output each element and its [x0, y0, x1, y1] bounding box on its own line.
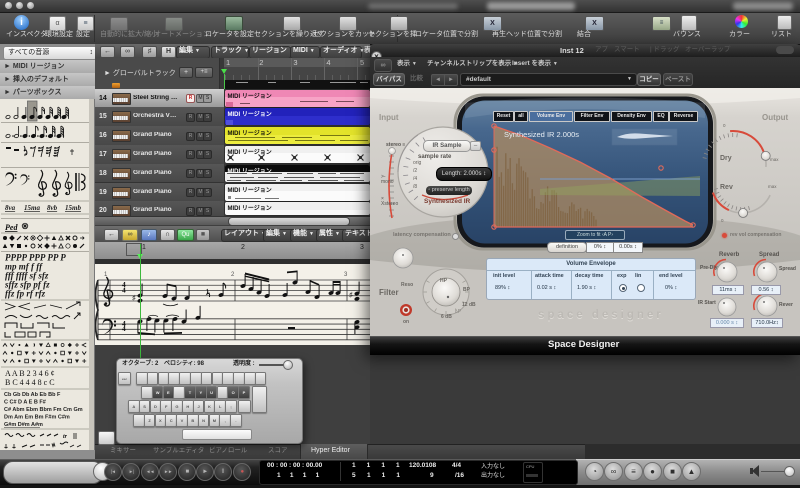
svg-text:4: 4: [122, 286, 126, 295]
svg-text:♯: ♯: [349, 291, 353, 299]
svg-text:8va: 8va: [5, 204, 16, 212]
svg-text:A A B 2 3 4 6 ¢: A A B 2 3 4 6 ¢: [5, 369, 55, 378]
svg-text:C# Abm Ebm Bbm Fm Cm Gm: C# Abm Ebm Bbm Fm Cm Gm: [4, 407, 83, 413]
svg-text:C C# D A E B F#: C C# D A E B F#: [4, 400, 46, 406]
svg-text:ffz fp rf rfz: ffz fp rf rfz: [5, 289, 46, 299]
svg-text:tr: tr: [63, 434, 68, 440]
svg-text:Cb Gb Db Ab Eb Bb F: Cb Gb Db Ab Eb Bb F: [4, 392, 61, 398]
svg-text:G#m D#m A#m: G#m D#m A#m: [4, 422, 43, 428]
svg-text:Dm Am Em Bm F#m C#m: Dm Am Em Bm F#m C#m: [4, 415, 70, 421]
svg-text:Ped: Ped: [5, 223, 18, 232]
svg-text:8vb: 8vb: [47, 204, 58, 212]
svg-text:15mb: 15mb: [65, 204, 81, 212]
svg-text:4: 4: [122, 324, 126, 333]
svg-text:15ma: 15ma: [24, 204, 40, 212]
svg-text:♯: ♯: [132, 294, 136, 302]
svg-text:B C 4 4 4 8 c C: B C 4 4 4 8 c C: [5, 378, 55, 387]
